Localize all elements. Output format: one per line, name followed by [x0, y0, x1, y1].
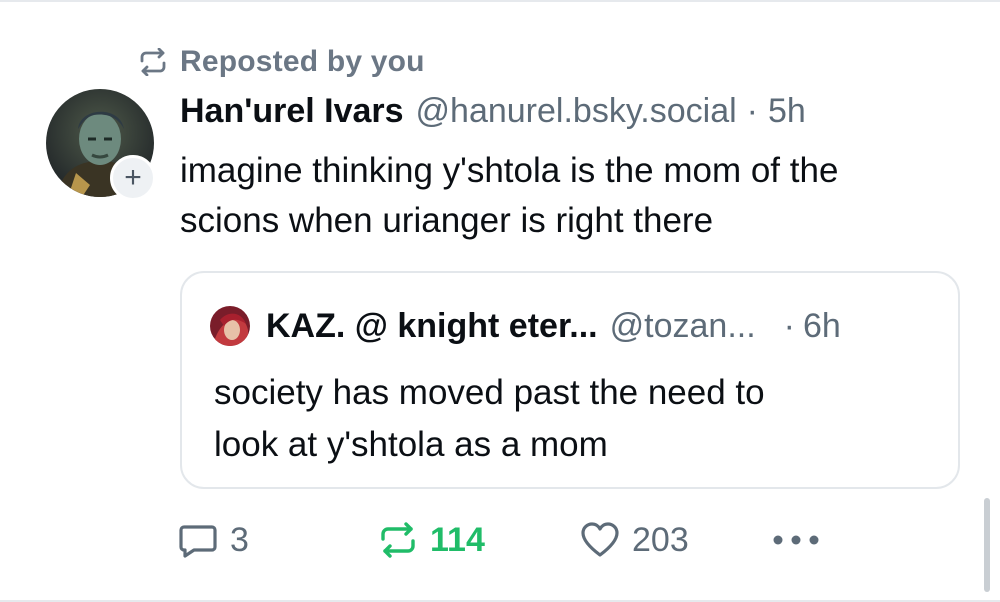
quoted-post-body: society has moved past the need to look …	[214, 367, 765, 471]
post-header: Han'urel Ivars @hanurel.bsky.social · 5h	[180, 88, 806, 134]
repost-button[interactable]: 114	[378, 512, 485, 568]
quoted-post-card[interactable]: KAZ. @ knight eter... @tozan... · 6h soc…	[180, 271, 960, 489]
quoted-post-header: KAZ. @ knight eter... @tozan... · 6h	[210, 303, 841, 349]
repost-banner[interactable]: Reposted by you	[138, 40, 425, 84]
post-text-line: imagine thinking y'shtola is the mom of …	[180, 151, 839, 190]
like-button[interactable]: 203	[580, 512, 689, 568]
heart-icon	[580, 521, 620, 559]
post-actions-bar: 3 114 203	[178, 512, 998, 568]
quoted-author-handle[interactable]: @tozan...	[610, 307, 756, 346]
reply-icon	[178, 521, 218, 559]
more-options-button[interactable]	[772, 512, 820, 568]
repost-active-icon	[378, 522, 418, 558]
more-options-icon	[772, 534, 820, 546]
repost-label: Reposted by you	[180, 45, 425, 78]
like-count: 203	[632, 520, 689, 559]
scrollbar-thumb[interactable]	[984, 498, 990, 592]
reply-count: 3	[230, 520, 249, 559]
quoted-text-line: look at y'shtola as a mom	[214, 425, 608, 464]
repost-icon	[138, 48, 168, 76]
post-body: imagine thinking y'shtola is the mom of …	[180, 146, 970, 246]
author-name[interactable]: Han'urel Ivars	[180, 92, 404, 131]
author-handle[interactable]: @hanurel.bsky.social	[416, 92, 737, 131]
quoted-post-timestamp[interactable]: 6h	[803, 307, 841, 346]
follow-plus-icon[interactable]: +	[110, 155, 156, 201]
quoted-text-line: society has moved past the need to	[214, 373, 765, 412]
meta-separator: ·	[746, 91, 758, 130]
top-divider	[0, 0, 1000, 2]
repost-count: 114	[430, 520, 485, 559]
post-timestamp[interactable]: 5h	[768, 92, 806, 131]
reply-button[interactable]: 3	[178, 512, 249, 568]
quoted-author-name[interactable]: KAZ. @ knight eter...	[266, 307, 598, 346]
quoted-meta-separator: ·	[783, 306, 795, 345]
quoted-author-avatar	[210, 306, 250, 346]
post-text-line: scions when urianger is right there	[180, 201, 714, 240]
